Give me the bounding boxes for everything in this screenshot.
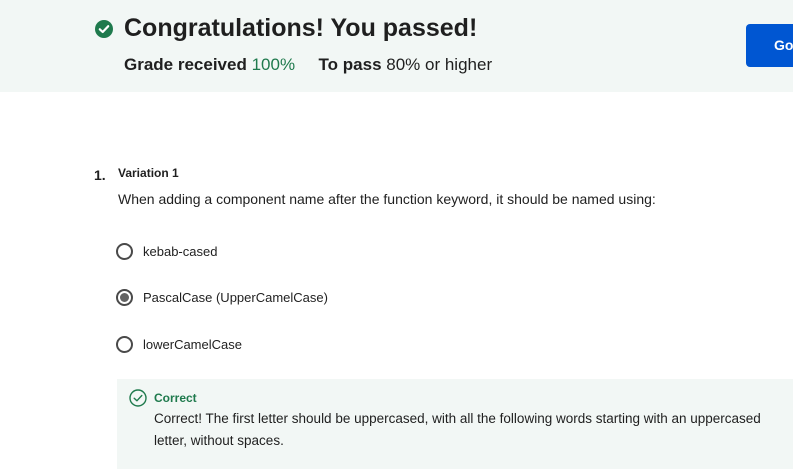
to-pass-value: 80% or higher [386,55,493,74]
option-label: kebab-cased [143,243,218,259]
check-circle-outline-icon [129,389,147,407]
radio-unselected[interactable] [116,242,133,260]
feedback-status: Correct [154,391,197,405]
radio-selected[interactable] [116,288,133,306]
feedback-text: Correct! The first letter should be uppe… [154,411,761,448]
option-label: lowerCamelCase [143,336,242,352]
grade-received-label: Grade received [124,55,247,74]
radio-unselected[interactable] [116,335,133,353]
radio-dot [120,292,129,302]
result-banner: Congratulations! You passed! Grade recei… [0,0,793,92]
go-to-next-item-button[interactable]: Go [746,24,793,67]
question-number: 1. [94,167,106,183]
option-label: PascalCase (UpperCamelCase) [143,289,328,305]
question-text: When adding a component name after the f… [118,191,656,207]
to-pass-label: To pass [318,55,382,74]
question-title: Variation 1 [118,166,179,180]
answer-option-kebab-cased[interactable]: kebab-cased [116,240,217,262]
grade-received-value: 100% [251,55,296,74]
result-title: Congratulations! You passed! [124,14,478,42]
answer-option-lower-camel-case[interactable]: lowerCamelCase [116,333,242,355]
answer-option-pascal-case[interactable]: PascalCase (UpperCamelCase) [116,286,328,308]
grade-summary: Grade received 100% To pass 80% or highe… [124,55,492,75]
answer-feedback: Correct Correct! The first letter should… [117,379,793,469]
check-circle-filled-icon [95,20,113,38]
